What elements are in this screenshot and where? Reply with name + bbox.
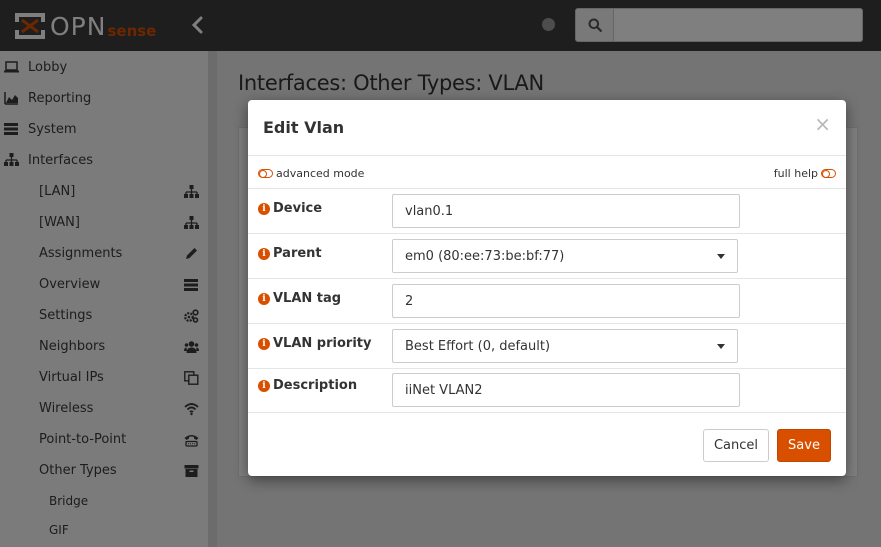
- vlan-priority-select-value: Best Effort (0, default): [405, 338, 551, 354]
- field-label: i VLAN tag: [258, 291, 341, 306]
- field-label-text: Parent: [273, 246, 322, 261]
- info-icon[interactable]: i: [258, 337, 270, 350]
- info-icon[interactable]: i: [258, 292, 270, 305]
- cancel-button[interactable]: Cancel: [703, 429, 769, 462]
- form-row-parent: i Parent em0 (80:ee:73:be:bf:77): [248, 233, 846, 278]
- info-icon[interactable]: i: [258, 247, 270, 260]
- field-label-text: Device: [273, 201, 323, 216]
- form-row-description: i Description iiNet VLAN2: [248, 368, 846, 413]
- caret-down-icon: [717, 254, 725, 259]
- vlan-tag-input-value: 2: [405, 293, 414, 309]
- form-row-device: i Device vlan0.1: [248, 188, 846, 233]
- caret-down-icon: [717, 344, 725, 349]
- edit-vlan-dialog: Edit Vlan × advanced mode full help i De…: [248, 100, 846, 476]
- field-label: i Device: [258, 201, 322, 216]
- device-input-value: vlan0.1: [405, 203, 454, 219]
- form-divider: [248, 412, 846, 413]
- modal-header: Edit Vlan ×: [248, 100, 846, 156]
- form-row-vlan-priority: i VLAN priority Best Effort (0, default): [248, 323, 846, 368]
- parent-select[interactable]: em0 (80:ee:73:be:bf:77): [392, 239, 738, 273]
- advanced-mode-label: advanced mode: [276, 167, 365, 180]
- description-input-value: iiNet VLAN2: [405, 382, 483, 398]
- info-icon[interactable]: i: [258, 379, 270, 392]
- parent-select-value: em0 (80:ee:73:be:bf:77): [405, 248, 565, 264]
- save-button[interactable]: Save: [777, 429, 831, 462]
- field-label-text: VLAN tag: [273, 291, 342, 306]
- modal-title: Edit Vlan: [263, 118, 345, 137]
- vlan-tag-input[interactable]: 2: [392, 284, 740, 318]
- advanced-mode-toggle[interactable]: advanced mode: [258, 167, 364, 180]
- full-help-label: full help: [773, 167, 818, 180]
- description-input[interactable]: iiNet VLAN2: [392, 373, 740, 407]
- full-help-toggle[interactable]: full help: [774, 167, 836, 180]
- form-row-vlan-tag: i VLAN tag 2: [248, 278, 846, 323]
- device-input[interactable]: vlan0.1: [392, 194, 740, 228]
- field-label-text: Description: [273, 378, 358, 393]
- field-label: i Description: [258, 378, 357, 393]
- close-icon[interactable]: ×: [814, 114, 831, 134]
- field-label: i VLAN priority: [258, 336, 371, 351]
- vlan-priority-select[interactable]: Best Effort (0, default): [392, 329, 738, 363]
- toggle-off-icon: [821, 169, 836, 178]
- info-icon[interactable]: i: [258, 202, 270, 215]
- toggle-off-icon: [258, 169, 273, 178]
- field-label-text: VLAN priority: [273, 336, 372, 351]
- field-label: i Parent: [258, 246, 322, 261]
- mode-toggle-row: advanced mode full help: [258, 162, 836, 184]
